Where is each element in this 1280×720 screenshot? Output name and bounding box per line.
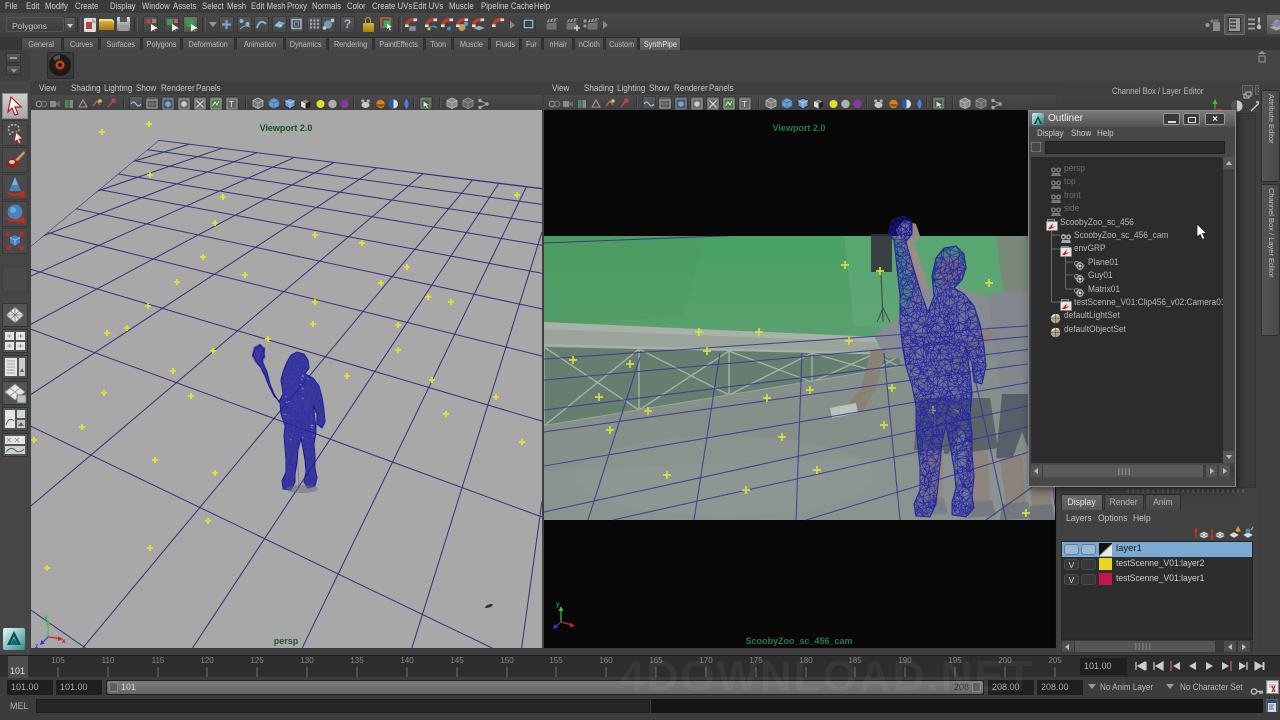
- svg-text:y: y: [44, 614, 48, 621]
- svg-text:x: x: [62, 638, 66, 645]
- svg-text:y: y: [556, 601, 560, 608]
- svg-text:T: T: [229, 100, 234, 109]
- svg-text:z: z: [35, 643, 39, 648]
- svg-text:T: T: [742, 100, 747, 109]
